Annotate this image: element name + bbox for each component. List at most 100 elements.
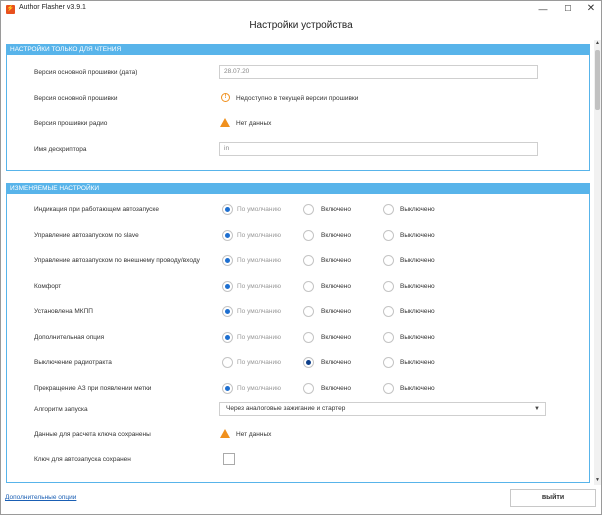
radio-on-label: Включено xyxy=(321,232,351,239)
radio-on[interactable] xyxy=(303,306,314,317)
key-data-label: Данные для расчета ключа сохранены xyxy=(34,431,151,438)
setting-row: Индикация при работающем автозапуске По у… xyxy=(7,202,591,218)
radio-off-label: Выключено xyxy=(400,257,435,264)
editable-settings-section: ИЗМЕНЯЕМЫЕ НАСТРОЙКИ Индикация при работ… xyxy=(6,183,590,483)
radio-default-label: По умолчанию xyxy=(237,359,281,366)
setting-row: Установлена МКПП По умолчанию Включено Выкл… xyxy=(7,304,591,320)
vertical-scrollbar[interactable]: ▲ ▼ xyxy=(594,40,601,485)
setting-label: Комфорт xyxy=(34,283,62,290)
app-title: Author Flasher v3.9.1 xyxy=(19,4,86,11)
app-window: ⚡ Author Flasher v3.9.1 — ☐ ✕ Настройки … xyxy=(0,0,602,515)
radio-off[interactable] xyxy=(383,255,394,266)
firmware-date-field: 28.07.20 xyxy=(219,65,538,79)
setting-label: Дополнительная опция xyxy=(34,334,105,341)
firmware-version-row: Версия основной прошивки ! Недоступно в … xyxy=(7,91,591,107)
radio-default-label: По умолчанию xyxy=(237,257,281,264)
radio-on-label: Включено xyxy=(321,385,351,392)
radio-on[interactable] xyxy=(303,357,314,368)
setting-row: Прекращение АЗ при появлении метки По умо… xyxy=(7,381,591,397)
setting-row: Выключение радиотракта По умолчанию Включе… xyxy=(7,355,591,371)
radio-on[interactable] xyxy=(303,281,314,292)
setting-row: Управление автозапуском по внешнему пров… xyxy=(7,253,591,269)
radio-on[interactable] xyxy=(303,255,314,266)
radio-on[interactable] xyxy=(303,332,314,343)
key-data-value: Нет данных xyxy=(236,431,272,438)
firmware-date-label: Версия основной прошивки (дата) xyxy=(34,69,138,76)
radio-off[interactable] xyxy=(383,204,394,215)
start-algorithm-select[interactable]: Через аналоговые зажигание и стартер ▼ xyxy=(219,402,546,416)
radio-off[interactable] xyxy=(383,332,394,343)
readonly-settings-section: НАСТРОЙКИ ТОЛЬКО ДЛЯ ЧТЕНИЯ Версия основ… xyxy=(6,44,590,171)
radio-on[interactable] xyxy=(303,204,314,215)
setting-row: Комфорт По умолчанию Включено Выключено xyxy=(7,279,591,295)
key-saved-row: Ключ для автозапуска сохранен xyxy=(7,452,591,468)
radio-firmware-value: Нет данных xyxy=(236,120,272,127)
radio-off-label: Выключено xyxy=(400,359,435,366)
radio-off[interactable] xyxy=(383,230,394,241)
descriptor-name-row: Имя дескриптора in xyxy=(7,142,591,158)
title-bar: ⚡ Author Flasher v3.9.1 — ☐ ✕ xyxy=(1,1,601,17)
radio-default[interactable] xyxy=(222,204,233,215)
settings-scroll-area: НАСТРОЙКИ ТОЛЬКО ДЛЯ ЧТЕНИЯ Версия основ… xyxy=(6,40,590,485)
scrollbar-thumb[interactable] xyxy=(595,50,600,110)
radio-off-label: Выключено xyxy=(400,232,435,239)
radio-default-label: По умолчанию xyxy=(237,206,281,213)
warning-icon xyxy=(220,429,230,438)
firmware-date-row: Версия основной прошивки (дата) 28.07.20 xyxy=(7,65,591,81)
section-header-editable: ИЗМЕНЯЕМЫЕ НАСТРОЙКИ xyxy=(7,184,589,194)
radio-default[interactable] xyxy=(222,281,233,292)
firmware-version-label: Версия основной прошивки xyxy=(34,95,118,102)
page-title: Настройки устройства xyxy=(249,20,353,31)
radio-default[interactable] xyxy=(222,306,233,317)
radio-default[interactable] xyxy=(222,357,233,368)
radio-default[interactable] xyxy=(222,255,233,266)
radio-on[interactable] xyxy=(303,230,314,241)
radio-off[interactable] xyxy=(383,306,394,317)
radio-default[interactable] xyxy=(222,332,233,343)
start-algorithm-row: Алгоритм запуска Через аналоговые зажига… xyxy=(7,402,591,418)
scroll-down-icon[interactable]: ▼ xyxy=(594,477,601,485)
descriptor-name-field: in xyxy=(219,142,538,156)
firmware-version-value: Недоступно в текущей версии прошивки xyxy=(236,95,359,102)
exit-button[interactable]: выйти xyxy=(510,489,596,507)
radio-default[interactable] xyxy=(222,230,233,241)
radio-on-label: Включено xyxy=(321,283,351,290)
radio-on-label: Включено xyxy=(321,359,351,366)
scroll-up-icon[interactable]: ▲ xyxy=(594,40,601,48)
radio-on-label: Включено xyxy=(321,334,351,341)
radio-off-label: Выключено xyxy=(400,308,435,315)
warning-icon xyxy=(220,118,230,127)
radio-off-label: Выключено xyxy=(400,283,435,290)
key-saved-checkbox[interactable] xyxy=(223,453,235,465)
radio-on[interactable] xyxy=(303,383,314,394)
key-saved-label: Ключ для автозапуска сохранен xyxy=(34,456,131,463)
additional-options-link[interactable]: Дополнительные опции xyxy=(5,494,76,501)
start-algorithm-label: Алгоритм запуска xyxy=(34,406,88,413)
radio-off-label: Выключено xyxy=(400,334,435,341)
radio-firmware-label: Версия прошивки радио xyxy=(34,120,108,127)
setting-label: Управление автозапуском по slave xyxy=(34,232,139,239)
radio-off[interactable] xyxy=(383,383,394,394)
radio-off[interactable] xyxy=(383,281,394,292)
setting-label: Прекращение АЗ при появлении метки xyxy=(34,385,152,392)
setting-label: Индикация при работающем автозапуске xyxy=(34,206,159,213)
radio-default-label: По умолчанию xyxy=(237,232,281,239)
descriptor-name-label: Имя дескриптора xyxy=(34,146,87,153)
close-button[interactable]: ✕ xyxy=(577,2,602,16)
radio-default[interactable] xyxy=(222,383,233,394)
setting-row: Управление автозапуском по slave По умолч… xyxy=(7,228,591,244)
start-algorithm-value: Через аналоговые зажигание и стартер xyxy=(226,405,346,412)
radio-off[interactable] xyxy=(383,357,394,368)
info-icon: ! xyxy=(221,93,230,102)
radio-default-label: По умолчанию xyxy=(237,308,281,315)
key-data-row: Данные для расчета ключа сохранены Нет д… xyxy=(7,427,591,443)
setting-label: Установлена МКПП xyxy=(34,308,93,315)
radio-default-label: По умолчанию xyxy=(237,283,281,290)
setting-row: Дополнительная опция По умолчанию Включено… xyxy=(7,330,591,346)
setting-label: Управление автозапуском по внешнему пров… xyxy=(34,257,200,264)
minimize-button[interactable]: — xyxy=(529,2,557,16)
radio-off-label: Выключено xyxy=(400,385,435,392)
radio-on-label: Включено xyxy=(321,257,351,264)
radio-off-label: Выключено xyxy=(400,206,435,213)
section-header-readonly: НАСТРОЙКИ ТОЛЬКО ДЛЯ ЧТЕНИЯ xyxy=(7,45,589,55)
